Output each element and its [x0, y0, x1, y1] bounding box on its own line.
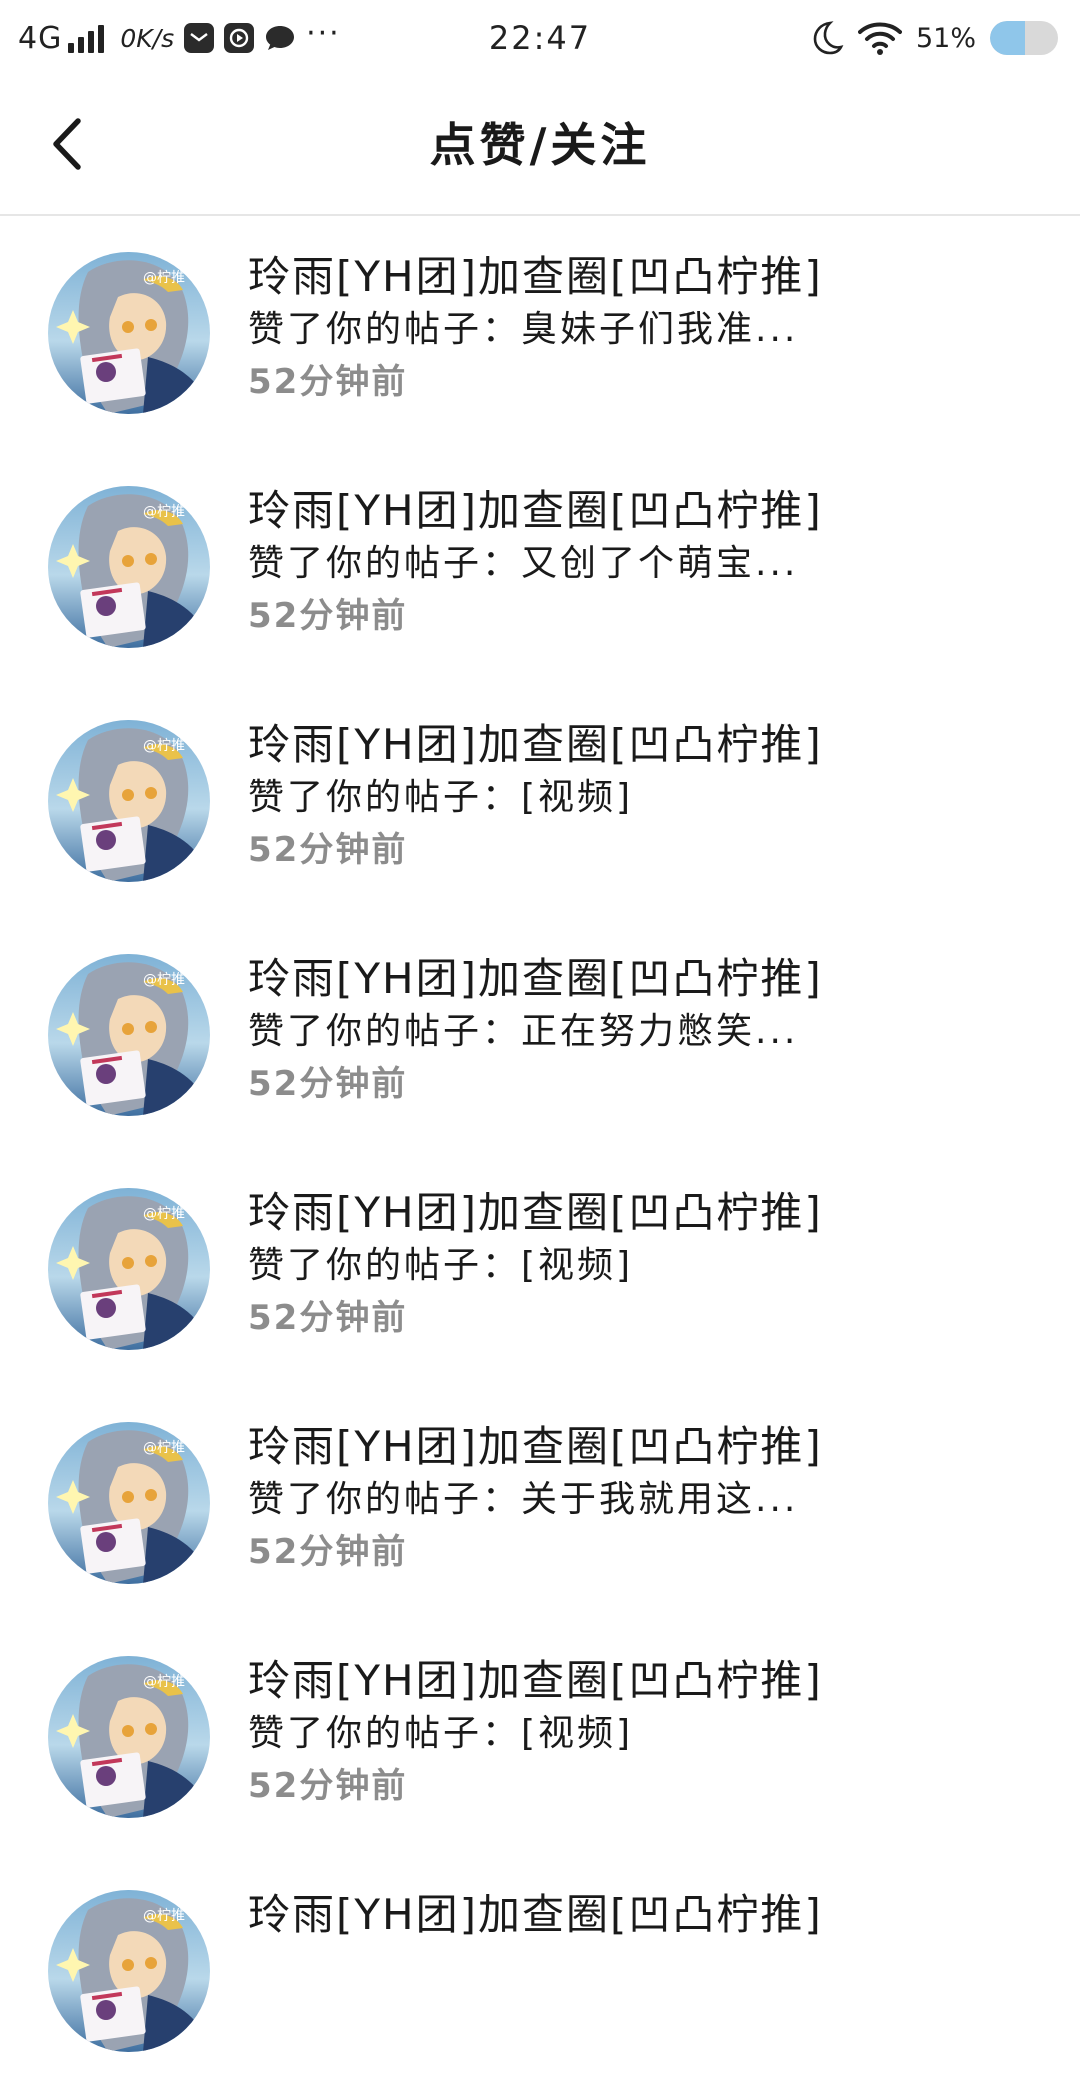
notification-time: 52分钟前: [248, 596, 408, 636]
notification-item[interactable]: @柠推 玲雨[YH团]加查圈[凹凸柠推] 赞了你的帖子：正在努力憋笑... 52…: [0, 918, 1080, 1152]
notification-text: 玲雨[YH团]加查圈[凹凸柠推] 赞了你的帖子：[视频] 52分钟前: [248, 718, 1048, 876]
notification-user-name[interactable]: 玲雨[YH团]加查圈[凹凸柠推]: [248, 1186, 1048, 1240]
moon-icon: [810, 20, 844, 56]
notification-text: 玲雨[YH团]加查圈[凹凸柠推] 赞了你的帖子：关于我就用这... 52分钟前: [248, 1420, 1048, 1578]
notification-text: 玲雨[YH团]加查圈[凹凸柠推] 赞了你的帖子：又创了个萌宝... 52分钟前: [248, 484, 1048, 642]
svg-text:@柠推: @柠推: [143, 504, 185, 520]
avatar[interactable]: @柠推: [48, 1422, 210, 1584]
notification-action: 赞了你的帖子：[视频]: [248, 1713, 634, 1754]
svg-text:@柠推: @柠推: [143, 972, 185, 988]
notification-time: 52分钟前: [248, 830, 408, 870]
page-header: 点赞/关注: [0, 76, 1080, 216]
notification-item[interactable]: @柠推 玲雨[YH团]加查圈[凹凸柠推] 赞了你的帖子：[视频] 52分钟前: [0, 1152, 1080, 1386]
avatar[interactable]: @柠推: [48, 486, 210, 648]
notification-text: 玲雨[YH团]加查圈[凹凸柠推]: [248, 1888, 1048, 1942]
avatar[interactable]: @柠推: [48, 1890, 210, 2052]
notification-item[interactable]: @柠推 玲雨[YH团]加查圈[凹凸柠推] 赞了你的帖子：又创了个萌宝... 52…: [0, 450, 1080, 684]
avatar[interactable]: @柠推: [48, 1656, 210, 1818]
wifi-icon: [857, 21, 902, 55]
notification-user-name[interactable]: 玲雨[YH团]加查圈[凹凸柠推]: [248, 250, 1048, 304]
notification-text: 玲雨[YH团]加查圈[凹凸柠推] 赞了你的帖子：正在努力憋笑... 52分钟前: [248, 952, 1048, 1110]
notification-time: 52分钟前: [248, 1064, 408, 1104]
notification-text: 玲雨[YH团]加查圈[凹凸柠推] 赞了你的帖子：[视频] 52分钟前: [248, 1186, 1048, 1344]
status-bar: 4G 0K/s ··· 22:47 51%: [0, 0, 1080, 76]
avatar[interactable]: @柠推: [48, 720, 210, 882]
notification-action: 赞了你的帖子：又创了个萌宝...: [248, 543, 799, 584]
notification-item[interactable]: @柠推 玲雨[YH团]加查圈[凹凸柠推] 赞了你的帖子：关于我就用这... 52…: [0, 1386, 1080, 1620]
avatar[interactable]: @柠推: [48, 954, 210, 1116]
notification-user-name[interactable]: 玲雨[YH团]加查圈[凹凸柠推]: [248, 1888, 1048, 1942]
notification-time: 52分钟前: [248, 1298, 408, 1338]
svg-text:@柠推: @柠推: [143, 1206, 185, 1222]
notification-item[interactable]: @柠推 玲雨[YH团]加查圈[凹凸柠推] 赞了你的帖子：臭妹子们我准... 52…: [0, 216, 1080, 450]
notification-time: 52分钟前: [248, 1532, 408, 1572]
battery-percent: 51%: [915, 22, 976, 54]
notification-user-name[interactable]: 玲雨[YH团]加查圈[凹凸柠推]: [248, 1654, 1048, 1708]
battery-icon: [990, 21, 1058, 55]
notification-action: 赞了你的帖子：[视频]: [248, 1245, 634, 1286]
notification-item[interactable]: @柠推 玲雨[YH团]加查圈[凹凸柠推] 赞了你的帖子：[视频] 52分钟前: [0, 684, 1080, 918]
svg-text:@柠推: @柠推: [143, 738, 185, 754]
status-right-group: 51%: [810, 0, 1058, 76]
avatar[interactable]: @柠推: [48, 1188, 210, 1350]
notification-time: 52分钟前: [248, 362, 408, 402]
svg-text:@柠推: @柠推: [143, 1908, 185, 1924]
avatar[interactable]: @柠推: [48, 252, 210, 414]
svg-text:@柠推: @柠推: [143, 1440, 185, 1456]
svg-text:@柠推: @柠推: [143, 1674, 185, 1690]
notification-time: 52分钟前: [248, 1766, 408, 1806]
notification-item[interactable]: @柠推 玲雨[YH团]加查圈[凹凸柠推] 赞了你的帖子：[视频] 52分钟前: [0, 1620, 1080, 1854]
svg-text:@柠推: @柠推: [143, 270, 185, 286]
battery-level-fill: [990, 21, 1025, 55]
notification-action: 赞了你的帖子：关于我就用这...: [248, 1479, 799, 1520]
notification-user-name[interactable]: 玲雨[YH团]加查圈[凹凸柠推]: [248, 952, 1048, 1006]
notification-action: 赞了你的帖子：臭妹子们我准...: [248, 309, 799, 350]
notification-action: 赞了你的帖子：正在努力憋笑...: [248, 1011, 799, 1052]
notification-action: 赞了你的帖子：[视频]: [248, 777, 634, 818]
page-title: 点赞/关注: [429, 118, 651, 172]
notification-user-name[interactable]: 玲雨[YH团]加查圈[凹凸柠推]: [248, 718, 1048, 772]
notification-item[interactable]: @柠推 玲雨[YH团]加查圈[凹凸柠推]: [0, 1854, 1080, 2088]
notification-text: 玲雨[YH团]加查圈[凹凸柠推] 赞了你的帖子：臭妹子们我准... 52分钟前: [248, 250, 1048, 408]
notification-user-name[interactable]: 玲雨[YH团]加查圈[凹凸柠推]: [248, 1420, 1048, 1474]
notification-text: 玲雨[YH团]加查圈[凹凸柠推] 赞了你的帖子：[视频] 52分钟前: [248, 1654, 1048, 1812]
notification-user-name[interactable]: 玲雨[YH团]加查圈[凹凸柠推]: [248, 484, 1048, 538]
notification-list: @柠推 玲雨[YH团]加查圈[凹凸柠推] 赞了你的帖子：臭妹子们我准... 52…: [0, 216, 1080, 2088]
